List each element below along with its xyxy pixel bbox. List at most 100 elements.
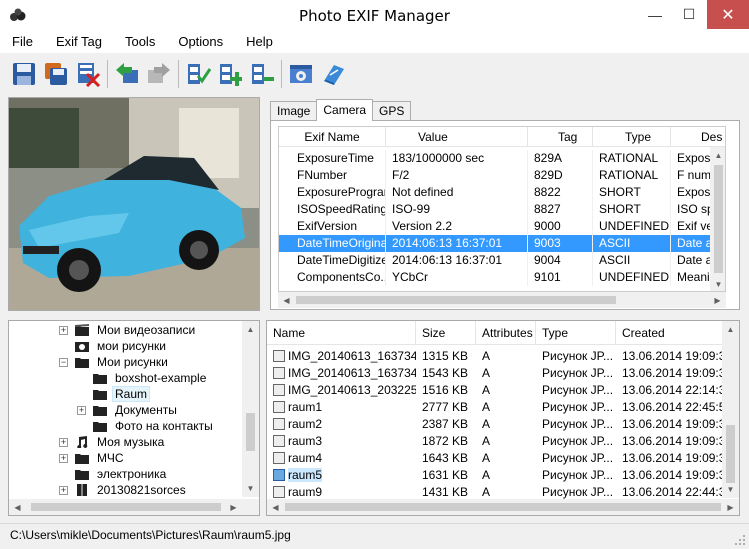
tree-item[interactable]: + МЧС (59, 450, 126, 466)
scroll-up-icon[interactable]: ▲ (242, 321, 259, 338)
tab-gps[interactable]: GPS (372, 101, 412, 120)
exif-row[interactable]: ComponentsCo... YCbCr 9101 UNDEFINED Meaning… (279, 269, 725, 286)
expand-icon[interactable]: + (59, 453, 68, 463)
exif-row[interactable]: DateTimeOriginal 2014:06:13 16:37:01 9003 A… (279, 235, 725, 252)
files-horizontal-scrollbar[interactable]: ◀ ▶ (267, 499, 739, 515)
redo-button[interactable] (143, 58, 175, 90)
expand-icon[interactable]: + (59, 485, 68, 495)
hscroll-thumb[interactable] (285, 503, 721, 511)
file-row[interactable]: raum4 1643 KB A Рисунок JP... 13.06.2014 19:… (267, 450, 723, 467)
expand-icon[interactable]: + (77, 405, 86, 415)
col-size[interactable]: Size (416, 321, 476, 345)
menu-exif-tag[interactable]: Exif Tag (44, 31, 113, 53)
tree-item[interactable]: − Мои рисунки (59, 354, 170, 370)
scroll-up-icon[interactable]: ▲ (710, 147, 725, 164)
col-type[interactable]: Type (593, 127, 671, 147)
exif-row[interactable]: ExposureProgram Not defined 8822 SHORT Expos… (279, 184, 725, 201)
tree-item[interactable]: + Мои видеозаписи (59, 322, 197, 338)
exif-row[interactable]: FNumber F/2 829D RATIONAL F number (279, 167, 725, 184)
filmstrip-check-button[interactable] (182, 58, 214, 90)
help-book-button[interactable] (317, 58, 349, 90)
menu-help[interactable]: Help (234, 31, 284, 53)
exif-tag-cell: 829D (528, 167, 593, 184)
filmstrip-remove-button[interactable] (246, 58, 278, 90)
exif-value-cell: 183/1000000 sec (386, 150, 528, 167)
scroll-thumb[interactable] (714, 165, 723, 273)
exif-name-cell: DateTimeOriginal (279, 235, 386, 252)
file-type-cell: Рисунок JP... (542, 349, 614, 363)
menu-options[interactable]: Options (166, 31, 234, 53)
tree-item-label: Фото на контакты (115, 419, 213, 433)
expand-icon[interactable]: + (59, 325, 68, 335)
exif-row[interactable]: ExposureTime 183/1000000 sec 829A RATIONAL E… (279, 150, 725, 167)
exif-row[interactable]: ExifVersion Version 2.2 9000 UNDEFINED Exif … (279, 218, 725, 235)
col-description[interactable]: Des (671, 127, 725, 147)
expand-icon[interactable]: + (59, 437, 68, 447)
image-file-icon (273, 469, 285, 481)
file-row[interactable]: raum2 2387 KB A Рисунок JP... 13.06.2014 19:… (267, 416, 723, 433)
file-row[interactable]: raum1 2777 KB A Рисунок JP... 13.06.2014 22:… (267, 399, 723, 416)
file-row[interactable]: IMG_20140613_203225 1516 KB A Рисунок JP...… (267, 382, 723, 399)
save-all-button[interactable] (40, 58, 72, 90)
file-size-cell: 1315 KB (422, 349, 469, 363)
close-button[interactable]: ✕ (707, 0, 749, 29)
col-exif-name[interactable]: Exif Name (279, 127, 386, 147)
scroll-up-icon[interactable]: ▲ (722, 321, 739, 338)
exif-horizontal-scrollbar[interactable]: ◀ ▶ (278, 292, 726, 308)
tree-item[interactable]: boxshot-example (77, 370, 208, 386)
minimize-button[interactable]: — (638, 0, 672, 29)
scroll-left-icon[interactable]: ◀ (278, 292, 295, 309)
tree-item[interactable]: + Моя музыка (59, 434, 166, 450)
scroll-left-icon[interactable]: ◀ (267, 499, 284, 515)
hscroll-thumb[interactable] (296, 296, 616, 304)
undo-button[interactable] (111, 58, 143, 90)
scroll-down-icon[interactable]: ▼ (710, 276, 725, 291)
col-attributes[interactable]: Attributes (476, 321, 536, 345)
file-name-cell: raum1 (267, 399, 416, 416)
file-row[interactable]: IMG_20140613_163734 1543 KB A Рисунок JP...… (267, 365, 723, 382)
save-button[interactable] (8, 58, 40, 90)
col-name[interactable]: Name (267, 321, 416, 345)
resize-grip-icon[interactable] (734, 534, 746, 546)
tab-image[interactable]: Image (270, 101, 318, 120)
exif-row[interactable]: DateTimeDigitized 2014:06:13 16:37:01 9004… (279, 252, 725, 269)
tree-item[interactable]: мои рисунки (59, 338, 168, 354)
scroll-thumb[interactable] (726, 425, 735, 483)
file-row[interactable]: raum3 1872 KB A Рисунок JP... 13.06.2014 19:… (267, 433, 723, 450)
scroll-down-icon[interactable]: ▼ (722, 481, 739, 498)
scroll-thumb[interactable] (246, 413, 255, 451)
col-tag[interactable]: Tag (528, 127, 593, 147)
scroll-left-icon[interactable]: ◀ (9, 499, 26, 515)
tab-camera[interactable]: Camera (316, 99, 374, 121)
filmstrip-add-button[interactable] (214, 58, 246, 90)
col-value[interactable]: Value (386, 127, 528, 147)
file-row[interactable]: raum5 1631 KB A Рисунок JP... 13.06.2014 19:… (267, 467, 723, 484)
collapse-icon[interactable]: − (59, 357, 68, 367)
tree-item[interactable]: Фото на контакты (77, 418, 215, 434)
menu-tools[interactable]: Tools (113, 31, 166, 53)
hscroll-thumb[interactable] (31, 503, 221, 511)
scroll-down-icon[interactable]: ▼ (242, 480, 259, 497)
tree-vertical-scrollbar[interactable]: ▲ ▼ (242, 321, 259, 497)
col-created[interactable]: Created (616, 321, 723, 345)
tree-item[interactable]: +20130821sorces (59, 482, 188, 498)
tree-item[interactable]: Raum (77, 386, 151, 402)
tree-horizontal-scrollbar[interactable]: ◀ ▶ (9, 499, 259, 515)
scroll-right-icon[interactable]: ▶ (709, 292, 726, 309)
scroll-right-icon[interactable]: ▶ (225, 499, 242, 515)
file-name-cell: IMG_20140613_163734 (267, 365, 416, 382)
tree-item[interactable]: электроника (59, 466, 168, 482)
delete-exif-button[interactable] (72, 58, 104, 90)
maximize-button[interactable]: ☐ (672, 0, 706, 29)
exif-vertical-scrollbar[interactable]: ▲ ▼ (710, 147, 725, 291)
settings-button[interactable] (285, 58, 317, 90)
tree-item[interactable]: + Документы (77, 402, 179, 418)
scroll-right-icon[interactable]: ▶ (722, 499, 739, 515)
files-vertical-scrollbar[interactable]: ▲ ▼ (722, 321, 739, 498)
file-row[interactable]: IMG_20140613_163734 1315 KB A Рисунок JP...… (267, 348, 723, 365)
exif-row[interactable]: ISOSpeedRatingsISO-998827SHORTISO speed (279, 201, 725, 218)
exif-tag-cell: 8827 (528, 201, 593, 218)
col-type[interactable]: Type (536, 321, 616, 345)
file-attr-cell: A (482, 417, 491, 431)
menu-file[interactable]: File (0, 31, 44, 53)
